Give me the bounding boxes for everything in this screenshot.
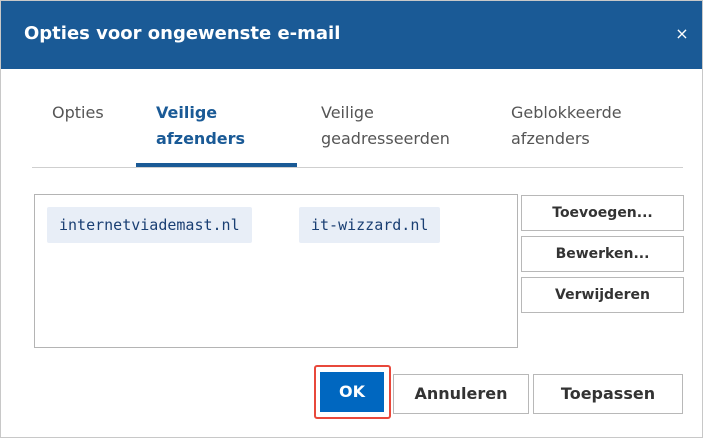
dialog-title: Opties voor ongewenste e-mail xyxy=(24,23,341,44)
edit-button[interactable]: Bewerken... xyxy=(521,236,684,272)
junk-email-options-dialog: Opties voor ongewenste e-mail × Opties V… xyxy=(0,0,703,438)
tab-bar: Opties Veilige afzenders Veilige geadres… xyxy=(32,95,683,168)
tab-label: geadresseerden xyxy=(321,129,450,148)
active-tab-indicator xyxy=(136,163,297,167)
add-button[interactable]: Toevoegen... xyxy=(521,195,684,231)
cancel-button[interactable]: Annuleren xyxy=(393,374,529,414)
safe-senders-list[interactable]: internetviademast.nl it-wizzard.nl xyxy=(34,194,518,348)
tab-opties[interactable]: Opties xyxy=(52,100,104,126)
tab-label: Geblokkeerde xyxy=(511,103,622,122)
ok-button[interactable]: OK xyxy=(320,372,384,412)
tab-label: afzenders xyxy=(156,129,246,148)
tab-label: afzenders xyxy=(511,129,590,148)
close-icon[interactable]: × xyxy=(671,23,693,45)
tab-label: Veilige xyxy=(156,103,218,122)
remove-button[interactable]: Verwijderen xyxy=(521,277,684,313)
dialog-titlebar: Opties voor ongewenste e-mail × xyxy=(1,1,702,69)
tab-geblokkeerde-afzenders[interactable]: Geblokkeerde afzenders xyxy=(511,100,622,152)
tab-veilige-geadresseerden[interactable]: Veilige geadresseerden xyxy=(321,100,450,152)
tab-veilige-afzenders[interactable]: Veilige afzenders xyxy=(156,100,245,152)
list-item[interactable]: internetviademast.nl xyxy=(47,207,252,243)
tab-label: Veilige xyxy=(321,103,374,122)
apply-button[interactable]: Toepassen xyxy=(533,374,683,414)
tab-label: Opties xyxy=(52,103,104,122)
list-item[interactable]: it-wizzard.nl xyxy=(299,207,441,243)
